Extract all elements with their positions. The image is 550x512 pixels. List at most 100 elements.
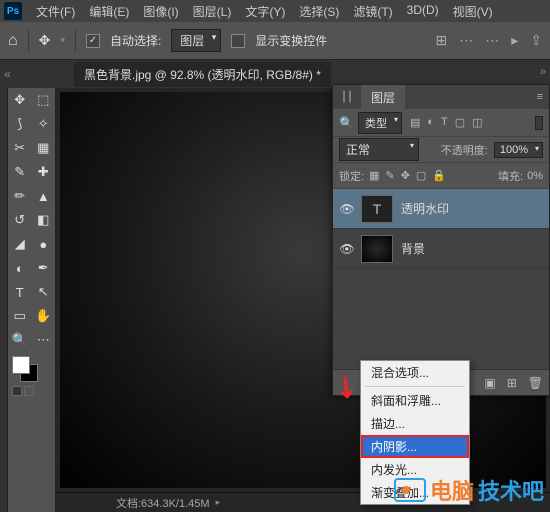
layer-name[interactable]: 透明水印 (401, 200, 449, 217)
layer-filter-row: 🔍 类型 ▤ ◐ T ▢ ◫ (333, 109, 549, 137)
menu-blend-options[interactable]: 混合选项... (361, 361, 469, 384)
frame-tool[interactable]: ▦ (32, 136, 56, 160)
menu-stroke[interactable]: 描边... (361, 412, 469, 435)
doc-size-label: 文档:634.3K/1.45M (116, 495, 210, 511)
move-tool[interactable]: ✥ (8, 88, 32, 112)
wand-tool[interactable]: ✧ (32, 112, 56, 136)
separator (28, 30, 29, 52)
fill-value[interactable]: 0% (527, 170, 543, 182)
layer-item[interactable]: 👁 T 透明水印 (333, 189, 549, 229)
filter-toggle[interactable] (535, 116, 543, 130)
lock-pixels-icon[interactable]: ▦ (369, 169, 379, 182)
toolbox: ✥⬚ ⟆✧ ✂▦ ✎✚ ✏▲ ↺◧ ◢● ◐✒ T↖ ▭✋ 🔍⋯ (8, 88, 56, 512)
home-icon[interactable]: ⌂ (8, 32, 18, 50)
filter-smart-icon[interactable]: ◫ (472, 116, 482, 129)
heal-tool[interactable]: ✚ (32, 160, 56, 184)
quickmask-icon[interactable] (12, 386, 22, 396)
tool-rail (0, 88, 8, 512)
delete-icon[interactable]: 🗑 (528, 376, 543, 390)
menu-type[interactable]: 文字(Y) (239, 3, 291, 20)
layer-list: 👁 T 透明水印 👁 背景 (333, 189, 549, 369)
new-layer-icon[interactable]: ⊞ (507, 376, 517, 390)
menu-3d[interactable]: 3D(D) (401, 3, 445, 20)
stamp-tool[interactable]: ▲ (32, 184, 56, 208)
option-right-icons: ⊞ ⋯ ⋯ ▸ ⇪ (436, 32, 543, 49)
marquee-tool[interactable]: ⬚ (32, 88, 56, 112)
collapse-icon[interactable]: « (4, 67, 11, 81)
filter-type-icon[interactable]: T (441, 116, 448, 129)
lock-artboard-icon[interactable]: ▢ (416, 169, 426, 182)
gradient-tool[interactable]: ◢ (8, 232, 32, 256)
auto-select-target[interactable]: 图层 (171, 29, 221, 52)
panel-collapse-icon[interactable]: » (536, 62, 550, 82)
group-icon[interactable]: ▣ (484, 376, 495, 390)
show-transform-checkbox[interactable]: ✓ (231, 34, 245, 48)
dodge-tool[interactable]: ◐ (8, 256, 32, 280)
shape-tool[interactable]: ▭ (8, 304, 32, 328)
lasso-tool[interactable]: ⟆ (8, 112, 32, 136)
menu-view[interactable]: 视图(V) (447, 3, 499, 20)
color-swatches[interactable] (8, 352, 55, 400)
menu-image[interactable]: 图像(I) (137, 3, 184, 20)
watermark-icon (394, 478, 426, 502)
blend-mode-dropdown[interactable]: 正常 (339, 138, 419, 161)
hand-tool[interactable]: ✋ (32, 304, 56, 328)
path-tool[interactable]: ↖ (32, 280, 56, 304)
opacity-value[interactable]: 100% (494, 142, 543, 158)
app-icon: Ps (4, 2, 22, 20)
distribute-icon[interactable]: ⋯ (459, 32, 473, 49)
zoom-tool[interactable]: 🔍 (8, 328, 32, 352)
visibility-icon[interactable]: 👁 (333, 202, 361, 216)
lock-all-icon[interactable]: 🔒 (432, 169, 446, 182)
layers-tab[interactable]: 图层 (361, 85, 405, 110)
layer-name[interactable]: 背景 (401, 240, 425, 257)
separator (75, 30, 76, 52)
filter-pixel-icon[interactable]: ▤ (410, 116, 420, 129)
align-icon[interactable]: ⊞ (436, 32, 448, 49)
status-menu-icon[interactable]: ▸ (216, 497, 221, 508)
panel-grip-icon[interactable]: ┃┃ (333, 92, 361, 103)
dropdown-icon[interactable]: ▾ (60, 35, 65, 46)
visibility-icon[interactable]: 👁 (333, 242, 361, 256)
layer-thumb[interactable]: T (361, 195, 393, 223)
layer-thumb[interactable] (361, 235, 393, 263)
filter-kind-dropdown[interactable]: 类型 (358, 112, 402, 134)
more-icon[interactable]: ⋯ (485, 32, 499, 49)
watermark-text: 电脑 (430, 474, 474, 506)
opacity-label: 不透明度: (441, 142, 488, 158)
screenmode-icon[interactable] (24, 386, 34, 396)
menu-inner-shadow[interactable]: 内阴影... (361, 435, 469, 458)
brush-tool[interactable]: ✏ (8, 184, 32, 208)
pen-tool[interactable]: ✒ (32, 256, 56, 280)
edit-toolbar[interactable]: ⋯ (32, 328, 56, 352)
menu-layer[interactable]: 图层(L) (187, 3, 238, 20)
history-brush-tool[interactable]: ↺ (8, 208, 32, 232)
share-icon[interactable]: ⇪ (530, 32, 542, 49)
lock-brush-icon[interactable]: ✎ (385, 169, 394, 182)
menu-bar: 文件(F) 编辑(E) 图像(I) 图层(L) 文字(Y) 选择(S) 滤镜(T… (30, 3, 499, 20)
menu-file[interactable]: 文件(F) (30, 3, 81, 20)
menu-bevel[interactable]: 斜面和浮雕... (361, 389, 469, 412)
document-tab[interactable]: 黑色背景.jpg @ 92.8% (透明水印, RGB/8#) * (74, 62, 331, 87)
overflow-icon[interactable]: ▸ (511, 32, 518, 49)
type-tool[interactable]: T (8, 280, 32, 304)
crop-tool[interactable]: ✂ (8, 136, 32, 160)
eraser-tool[interactable]: ◧ (32, 208, 56, 232)
layer-item[interactable]: 👁 背景 (333, 229, 549, 269)
eyedropper-tool[interactable]: ✎ (8, 160, 32, 184)
search-icon[interactable]: 🔍 (339, 116, 354, 130)
menu-edit[interactable]: 编辑(E) (83, 3, 135, 20)
watermark: 电脑 技术吧 (394, 474, 544, 506)
auto-select-checkbox[interactable]: ✓ (86, 34, 100, 48)
lock-row: 锁定: ▦ ✎ ✥ ▢ 🔒 填充: 0% (333, 163, 549, 189)
filter-adjust-icon[interactable]: ◐ (427, 116, 434, 129)
foreground-swatch[interactable] (12, 356, 30, 374)
title-bar: Ps 文件(F) 编辑(E) 图像(I) 图层(L) 文字(Y) 选择(S) 滤… (0, 0, 550, 22)
panel-menu-icon[interactable]: ≡ (537, 91, 549, 103)
lock-position-icon[interactable]: ✥ (401, 169, 410, 182)
panel-tabbar: ┃┃ 图层 ≡ (333, 85, 549, 109)
menu-filter[interactable]: 滤镜(T) (347, 3, 398, 20)
blur-tool[interactable]: ● (32, 232, 56, 256)
filter-shape-icon[interactable]: ▢ (455, 116, 465, 129)
menu-select[interactable]: 选择(S) (293, 3, 345, 20)
